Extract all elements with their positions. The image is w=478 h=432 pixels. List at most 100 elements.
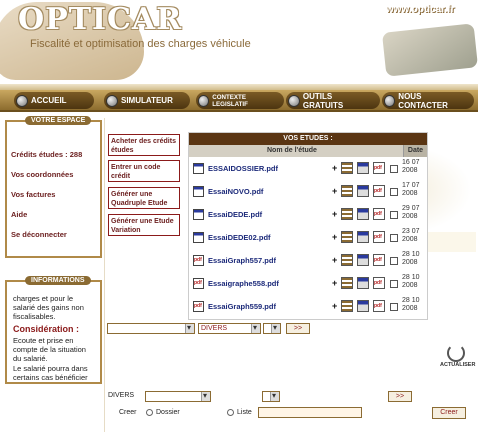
pdf-icon[interactable] bbox=[373, 300, 385, 312]
nav-item-nous-contacter[interactable]: NOUS CONTACTER bbox=[382, 92, 474, 110]
bottom-select-2[interactable] bbox=[262, 391, 280, 402]
filter-select-3[interactable] bbox=[263, 323, 281, 334]
buy-credits-button[interactable]: Acheter des crédits études bbox=[108, 134, 180, 156]
pdf-icon[interactable] bbox=[373, 185, 385, 197]
info-text: fiscalisables. bbox=[13, 312, 56, 321]
edit-icon[interactable] bbox=[357, 277, 369, 289]
studies-title: VOS ETUDES : bbox=[189, 133, 427, 145]
study-file-link[interactable]: EssaiDEDE02.pdf bbox=[208, 233, 271, 242]
sidebar-item-factures[interactable]: Vos factures bbox=[11, 190, 55, 199]
info-text: certains cas bénéficier bbox=[13, 373, 88, 382]
column-date[interactable]: Date bbox=[403, 145, 427, 157]
edit-icon[interactable] bbox=[357, 300, 369, 312]
filter-select-1[interactable] bbox=[107, 323, 195, 334]
row-checkbox[interactable] bbox=[390, 211, 398, 219]
study-row: EssaiGraph557.pdf + 28 102008 bbox=[189, 251, 429, 273]
doc-file-icon bbox=[193, 163, 204, 174]
info-heading: Considération : bbox=[13, 324, 80, 334]
filter-go-button[interactable]: >> bbox=[286, 323, 310, 334]
row-checkbox[interactable] bbox=[390, 280, 398, 288]
edit-icon[interactable] bbox=[357, 208, 369, 220]
list-icon[interactable] bbox=[341, 162, 353, 174]
filter-select-value: DIVERS bbox=[201, 325, 228, 332]
nav-item-accueil[interactable]: ACCUEIL bbox=[14, 92, 94, 109]
expand-icon[interactable]: + bbox=[332, 163, 337, 173]
study-file-link[interactable]: EssaiGraph557.pdf bbox=[208, 256, 276, 265]
list-icon[interactable] bbox=[341, 185, 353, 197]
nav-item-outils-gratuits[interactable]: OUTILS GRATUITS bbox=[286, 91, 380, 110]
row-checkbox[interactable] bbox=[390, 303, 398, 311]
list-icon[interactable] bbox=[341, 208, 353, 220]
creer-label: Creer bbox=[119, 409, 137, 416]
bottom-divers-select[interactable] bbox=[145, 391, 211, 402]
pdf-icon[interactable] bbox=[373, 231, 385, 243]
header: OPTICAR Fiscalité et optimisation des ch… bbox=[0, 0, 478, 90]
study-row: EssaiDEDE.pdf + 29 072008 bbox=[189, 205, 429, 227]
list-icon[interactable] bbox=[341, 277, 353, 289]
sidebar-item-coordonnees[interactable]: Vos coordonnées bbox=[11, 170, 73, 179]
sidebar-votre-espace: VOTRE ESPACE Crédits études : 288 Vos co… bbox=[5, 116, 102, 258]
chevron-down-icon bbox=[185, 323, 194, 333]
edit-icon[interactable] bbox=[357, 185, 369, 197]
edit-icon[interactable] bbox=[357, 162, 369, 174]
study-file-link[interactable]: Essaigraphe558.pdf bbox=[208, 279, 279, 288]
nav-bullet-icon bbox=[288, 94, 300, 107]
study-file-link[interactable]: ESSAIDOSSIER.pdf bbox=[208, 164, 278, 173]
expand-icon[interactable]: + bbox=[332, 186, 337, 196]
nav-item-contexte-legislatif[interactable]: CONTEXTE LEGISLATIF bbox=[196, 92, 284, 109]
expand-icon[interactable]: + bbox=[332, 255, 337, 265]
study-date: 29 07 2008 bbox=[402, 205, 420, 220]
expand-icon[interactable]: + bbox=[332, 278, 337, 288]
generate-quadruple-button[interactable]: Générer une Quadruple Etude bbox=[108, 187, 180, 209]
enter-code-button[interactable]: Entrer un code crédit bbox=[108, 160, 180, 182]
radio-liste-label: Liste bbox=[237, 409, 252, 416]
sidebar-item-credits[interactable]: Crédits études : 288 bbox=[11, 150, 82, 159]
logo[interactable]: OPTICAR bbox=[18, 2, 182, 37]
study-file-link[interactable]: EssaiDEDE.pdf bbox=[208, 210, 262, 219]
doc-file-icon bbox=[193, 186, 204, 197]
creer-button[interactable]: Creer bbox=[432, 407, 466, 419]
expand-icon[interactable]: + bbox=[332, 301, 337, 311]
study-row: Essaigraphe558.pdf + 28 102008 bbox=[189, 274, 429, 296]
nav-bullet-icon bbox=[384, 94, 396, 107]
study-file-link[interactable]: EssaiGraph559.pdf bbox=[208, 302, 276, 311]
row-checkbox[interactable] bbox=[390, 165, 398, 173]
study-date: 16 07 2008 bbox=[402, 159, 420, 174]
expand-icon[interactable]: + bbox=[332, 232, 337, 242]
sidebar-item-aide[interactable]: Aide bbox=[11, 210, 27, 219]
pdf-icon[interactable] bbox=[373, 208, 385, 220]
radio-dossier[interactable] bbox=[146, 409, 153, 416]
main-nav: ACCUEIL SIMULATEUR CONTEXTE LEGISLATIF O… bbox=[0, 90, 478, 112]
nav-label: OUTILS GRATUITS bbox=[302, 91, 344, 110]
studies-list[interactable]: ESSAIDOSSIER.pdf + 16 072008 EssaiNOVO.p… bbox=[189, 159, 429, 321]
edit-icon[interactable] bbox=[357, 231, 369, 243]
column-name[interactable]: Nom de l'étude bbox=[267, 147, 317, 154]
list-icon[interactable] bbox=[341, 254, 353, 266]
filter-select-divers[interactable]: DIVERS bbox=[198, 323, 261, 334]
studies-panel: VOS ETUDES : Nom de l'étude Date ESSAIDO… bbox=[188, 132, 428, 320]
expand-icon[interactable]: + bbox=[332, 209, 337, 219]
row-checkbox[interactable] bbox=[390, 188, 398, 196]
list-icon[interactable] bbox=[341, 300, 353, 312]
edit-icon[interactable] bbox=[357, 254, 369, 266]
row-checkbox[interactable] bbox=[390, 234, 398, 242]
tagline: Fiscalité et optimisation des charges vé… bbox=[30, 38, 251, 50]
nav-item-simulateur[interactable]: SIMULATEUR bbox=[104, 92, 190, 109]
nav-label: SIMULATEUR bbox=[121, 96, 173, 105]
study-row: EssaiDEDE02.pdf + 23 072008 bbox=[189, 228, 429, 250]
sidebar-item-deconnecter[interactable]: Se déconnecter bbox=[11, 230, 67, 239]
list-icon[interactable] bbox=[341, 231, 353, 243]
study-date: 17 07 2008 bbox=[402, 182, 420, 197]
pdf-icon[interactable] bbox=[373, 277, 385, 289]
refresh-button[interactable]: ACTUALISER bbox=[440, 344, 475, 368]
generate-variation-button[interactable]: Générer une Etude Variation bbox=[108, 214, 180, 236]
nav-bullet-icon bbox=[16, 94, 28, 107]
bottom-go-button[interactable]: >> bbox=[388, 391, 412, 402]
chevron-down-icon bbox=[271, 323, 280, 333]
row-checkbox[interactable] bbox=[390, 257, 398, 265]
creer-name-input[interactable] bbox=[258, 407, 362, 418]
study-file-link[interactable]: EssaiNOVO.pdf bbox=[208, 187, 263, 196]
pdf-icon[interactable] bbox=[373, 162, 385, 174]
pdf-icon[interactable] bbox=[373, 254, 385, 266]
radio-liste[interactable] bbox=[227, 409, 234, 416]
